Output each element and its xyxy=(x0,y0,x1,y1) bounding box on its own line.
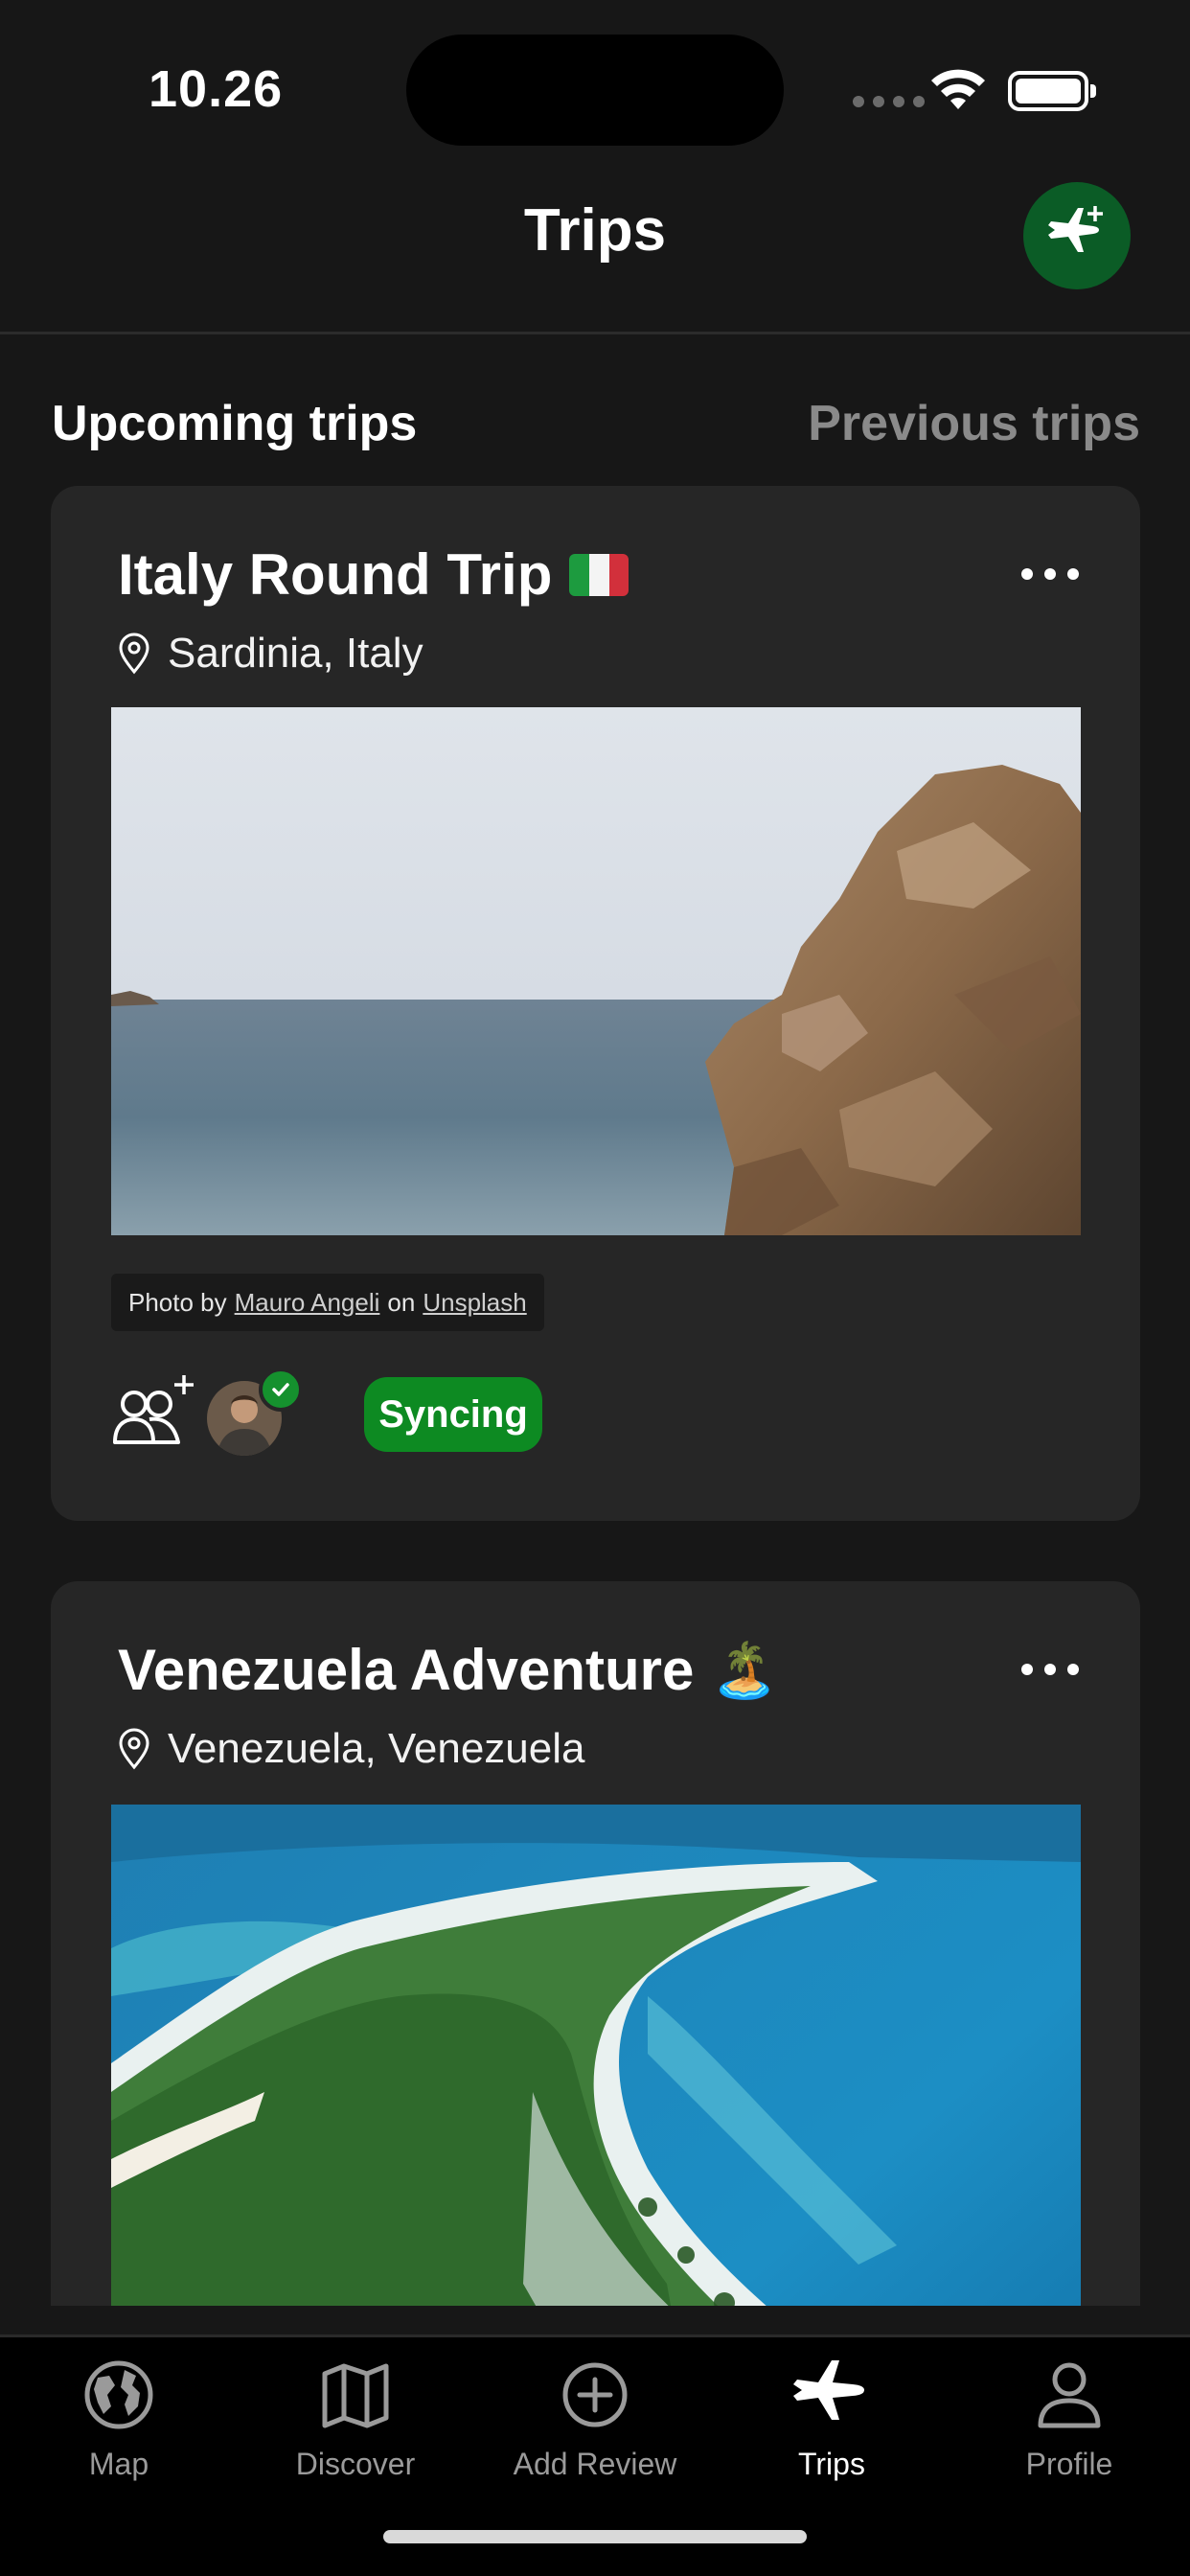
tab-discover[interactable]: Discover xyxy=(260,2357,451,2519)
person-icon xyxy=(1038,2362,1101,2428)
trip-location-text: Venezuela, Venezuela xyxy=(168,1725,585,1772)
venezuela-island-photo xyxy=(111,1805,1081,2306)
airplane-icon xyxy=(793,2360,864,2420)
globe-icon xyxy=(84,2360,153,2429)
header-divider xyxy=(0,332,1190,334)
tab-trips[interactable]: Trips xyxy=(736,2357,927,2519)
trip-photo[interactable] xyxy=(111,707,1081,1235)
tab-previous-trips[interactable]: Previous trips xyxy=(808,395,1140,452)
location-pin-icon xyxy=(119,632,149,675)
battery-icon xyxy=(1008,71,1096,111)
page-title: Trips xyxy=(523,197,667,264)
photo-author-link[interactable]: Mauro Angeli xyxy=(235,1288,380,1318)
tab-label: Discover xyxy=(295,2447,416,2481)
map-icon xyxy=(322,2363,389,2428)
status-bar: 10.26 xyxy=(0,0,1190,172)
location-pin-icon xyxy=(119,1728,149,1770)
trip-location: Venezuela, Venezuela xyxy=(118,1725,585,1773)
add-trip-button[interactable] xyxy=(1023,182,1131,289)
trip-card[interactable]: Venezuela Adventure 🏝️ Venezuela, Venezu… xyxy=(51,1581,1140,2306)
dynamic-island xyxy=(406,34,784,146)
tab-label: Map xyxy=(88,2447,149,2481)
more-options-button[interactable] xyxy=(1021,1658,1079,1681)
invite-people-icon[interactable] xyxy=(111,1375,195,1448)
sardinia-coast-photo xyxy=(111,707,1081,1235)
sync-status-badge: Syncing xyxy=(364,1377,542,1452)
cellular-signal-icon xyxy=(853,96,925,107)
status-time: 10.26 xyxy=(149,60,284,118)
tab-label: Profile xyxy=(1025,2447,1113,2481)
tab-label: Trips xyxy=(798,2447,865,2481)
airplane-plus-icon xyxy=(1048,206,1103,252)
tab-label: Add Review xyxy=(513,2447,677,2481)
trip-location: Sardinia, Italy xyxy=(118,630,423,678)
collaborators-row: Syncing xyxy=(111,1368,590,1460)
photo-credit-on: on xyxy=(387,1287,416,1317)
trip-title: Venezuela Adventure 🏝️ xyxy=(118,1637,778,1703)
island-emoji-icon: 🏝️ xyxy=(711,1639,779,1700)
photo-credit: Photo by Mauro Angeli on Unsplash xyxy=(111,1274,544,1331)
italy-flag-icon xyxy=(569,553,629,596)
tab-map[interactable]: Map xyxy=(23,2357,215,2519)
synced-check-icon xyxy=(259,1368,303,1412)
trip-location-text: Sardinia, Italy xyxy=(168,630,423,677)
tab-profile[interactable]: Profile xyxy=(973,2357,1165,2519)
tab-upcoming-trips[interactable]: Upcoming trips xyxy=(52,395,417,452)
unsplash-link[interactable]: Unsplash xyxy=(423,1288,526,1318)
more-options-button[interactable] xyxy=(1021,563,1079,586)
photo-credit-prefix: Photo by xyxy=(128,1287,227,1317)
trips-list[interactable]: Italy Round Trip Sardinia, Italy Photo b… xyxy=(0,479,1190,2306)
trip-title-text: Venezuela Adventure xyxy=(118,1638,695,1702)
wifi-icon xyxy=(931,69,985,109)
plus-circle-icon xyxy=(562,2362,628,2427)
tab-add-review[interactable]: Add Review xyxy=(499,2357,691,2519)
home-indicator xyxy=(383,2530,807,2543)
trip-title: Italy Round Trip xyxy=(118,541,629,608)
trip-card[interactable]: Italy Round Trip Sardinia, Italy Photo b… xyxy=(51,486,1140,1521)
trip-photo[interactable] xyxy=(111,1805,1081,2306)
trip-title-text: Italy Round Trip xyxy=(118,542,553,607)
